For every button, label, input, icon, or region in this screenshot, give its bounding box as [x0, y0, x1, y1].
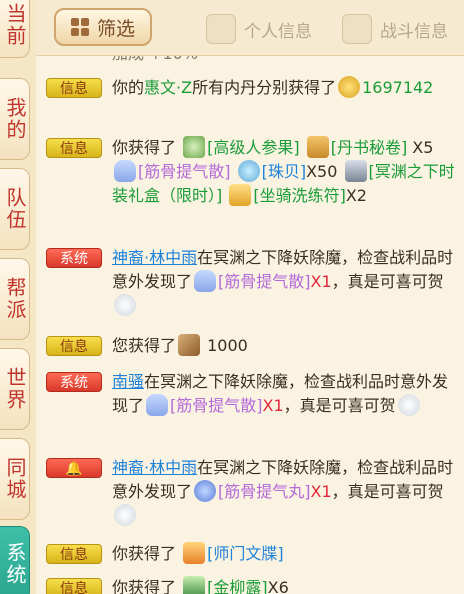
- item-link[interactable]: [师门文牒]: [207, 544, 284, 563]
- player-name[interactable]: 惠文·Z: [144, 78, 192, 97]
- message-text: 你获得了: [112, 544, 177, 563]
- amount: 1000: [207, 336, 248, 355]
- powder-icon: [114, 160, 136, 182]
- quantity: X6: [267, 578, 289, 594]
- message-body: 你获得了 [高级人参果] [丹书秘卷] X5 [筋骨提气散] [珠贝]X50 […: [112, 136, 458, 208]
- item-link[interactable]: [珠贝]: [262, 162, 307, 181]
- info-badge: 信息: [46, 578, 102, 594]
- item-link[interactable]: [坐骑洗练符]: [253, 186, 346, 205]
- chat-message: 信息 你的惠文·Z所有内丹分别获得了 1697142: [46, 76, 458, 100]
- filter-button[interactable]: 筛选: [54, 8, 152, 46]
- quantity: X50: [306, 162, 338, 181]
- talisman-icon: [229, 184, 252, 206]
- item-link[interactable]: [金柳露]: [207, 578, 268, 594]
- tab-team[interactable]: 队伍: [0, 168, 30, 250]
- message-text: ，真是可喜可贺: [331, 272, 444, 291]
- message-text: 你获得了: [112, 138, 177, 157]
- gift-box-icon: [344, 160, 367, 182]
- tab-city[interactable]: 同城: [0, 438, 30, 520]
- quantity: X5: [412, 138, 434, 157]
- chat-message: 🔔 神裔·林中雨在冥渊之下降妖除魔，检查战利品时意外发现了 [筋骨提气丸]X1，真…: [46, 456, 458, 528]
- player-name[interactable]: 神裔·林中雨: [112, 248, 197, 267]
- filter-label: 筛选: [96, 17, 135, 40]
- wood-icon: [178, 334, 201, 356]
- bell-badge: 🔔: [46, 458, 102, 478]
- firework-icon: [183, 542, 206, 564]
- player-name[interactable]: 神裔·林中雨: [112, 458, 197, 477]
- personal-info-checkbox[interactable]: 个人信息: [206, 13, 312, 45]
- tab-guild[interactable]: 帮派: [0, 258, 30, 340]
- info-badge: 信息: [46, 544, 102, 564]
- amount: 1697142: [362, 78, 434, 97]
- message-text: 所有内丹分别获得了: [192, 78, 337, 97]
- checkbox-box: [342, 14, 372, 44]
- tab-mine[interactable]: 我的: [0, 78, 30, 160]
- quantity: X1: [310, 272, 332, 291]
- chat-message: 信息 你获得了 [师门文牒]: [46, 542, 458, 566]
- message-body: 神裔·林中雨在冥渊之下降妖除魔，检查战利品时意外发现了 [筋骨提气散]X1，真是可…: [112, 246, 458, 318]
- message-text: 你的: [112, 78, 145, 97]
- message-text: 你获得了: [112, 578, 177, 594]
- emoji-icon: [114, 294, 136, 316]
- quantity: X2: [345, 186, 367, 205]
- emoji-icon: [114, 504, 136, 526]
- message-text: ，真是可喜可贺: [331, 482, 444, 501]
- info-badge: 信息: [46, 336, 102, 356]
- system-badge: 系统: [46, 248, 102, 268]
- scroll-icon: [306, 136, 329, 158]
- item-link[interactable]: [丹书秘卷]: [331, 138, 408, 157]
- message-body: 南骚在冥渊之下降妖除魔，检查战利品时意外发现了 [筋骨提气散]X1，真是可喜可贺: [112, 370, 458, 418]
- message-body: 你的惠文·Z所有内丹分别获得了 1697142: [112, 76, 458, 100]
- message-body: 神裔·林中雨在冥渊之下降妖除魔，检查战利品时意外发现了 [筋骨提气丸]X1，真是可…: [112, 456, 458, 528]
- item-link[interactable]: [筋骨提气散]: [170, 396, 263, 415]
- info-badge: 信息: [46, 138, 102, 158]
- message-text: ，真是可喜可贺: [283, 396, 396, 415]
- chat-message: 加成 +10%: [46, 56, 458, 66]
- item-link[interactable]: [高级人参果]: [207, 138, 300, 157]
- grid-icon: [70, 18, 89, 36]
- tab-world[interactable]: 世界: [0, 348, 30, 430]
- chat-message: 信息 您获得了 1000: [46, 334, 458, 358]
- battle-info-label: 战斗信息: [380, 21, 448, 42]
- filter-bar: 筛选 个人信息 战斗信息: [36, 0, 464, 56]
- tab-current[interactable]: 当前: [0, 0, 30, 58]
- chat-message: 系统 南骚在冥渊之下降妖除魔，检查战利品时意外发现了 [筋骨提气散]X1，真是可喜…: [46, 370, 458, 418]
- quantity: X1: [310, 482, 332, 501]
- pill-icon: [194, 480, 217, 502]
- message-text: 加成 +10%: [112, 56, 458, 66]
- item-link[interactable]: [筋骨提气丸]: [218, 482, 311, 501]
- chat-message: 信息 你获得了 [金柳露]X6: [46, 576, 458, 594]
- message-body: 您获得了 1000: [112, 334, 458, 358]
- powder-icon: [194, 270, 217, 292]
- chat-message: 信息 你获得了 [高级人参果] [丹书秘卷] X5 [筋骨提气散] [珠贝]X5…: [46, 136, 458, 208]
- item-link[interactable]: [筋骨提气散]: [218, 272, 311, 291]
- message-text: 您获得了: [112, 336, 177, 355]
- personal-info-label: 个人信息: [244, 21, 312, 42]
- chat-message: 系统 神裔·林中雨在冥渊之下降妖除魔，检查战利品时意外发现了 [筋骨提气散]X1，…: [46, 246, 458, 318]
- info-badge: 信息: [46, 78, 102, 98]
- ginseng-icon: [183, 136, 206, 158]
- item-link[interactable]: [筋骨提气散]: [138, 162, 231, 181]
- system-badge: 系统: [46, 372, 102, 392]
- battle-info-checkbox[interactable]: 战斗信息: [342, 13, 448, 45]
- coin-icon: [338, 76, 361, 98]
- quantity: X1: [262, 396, 284, 415]
- shell-icon: [237, 160, 260, 182]
- chat-log[interactable]: 加成 +10% 信息 你的惠文·Z所有内丹分别获得了 1697142 信息 你获得…: [36, 56, 464, 594]
- player-name[interactable]: 南骚: [112, 372, 144, 391]
- message-body: 你获得了 [师门文牒]: [112, 542, 458, 566]
- tab-system[interactable]: 系统: [0, 526, 30, 594]
- powder-icon: [146, 394, 169, 416]
- channel-tabs: 当前 我的 队伍 帮派 世界 同城 系统: [0, 0, 36, 594]
- tree-icon: [183, 576, 206, 594]
- emoji-icon: [397, 394, 420, 416]
- checkbox-box: [206, 14, 236, 44]
- message-body: 你获得了 [金柳露]X6: [112, 576, 458, 594]
